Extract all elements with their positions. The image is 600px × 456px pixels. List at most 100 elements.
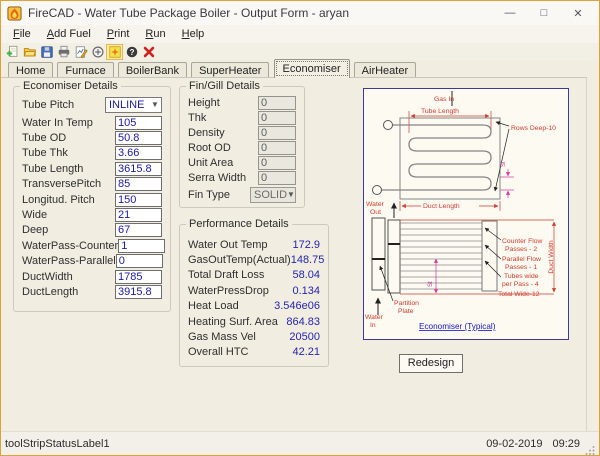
total-wide-label: Total Wide-12 [498, 291, 540, 298]
transverse-pitch-input[interactable] [115, 177, 162, 192]
status-time: 09:29 [552, 437, 580, 450]
gas-mass-vel-value: 20500 [289, 331, 320, 344]
status-label: toolStripStatusLabel1 [5, 437, 110, 450]
counter-flow-label: Counter Flow [502, 238, 543, 245]
tube-length-input[interactable] [115, 161, 162, 176]
duct-width-dim-label: Duct Width [548, 240, 555, 273]
close-button[interactable]: ✕ [561, 1, 595, 25]
menu-run[interactable]: Run [137, 26, 173, 42]
water-out-temp-value: 172.9 [292, 238, 320, 251]
fin-thk-input [258, 110, 296, 125]
tube-od-input[interactable] [115, 131, 162, 146]
print-icon [58, 45, 69, 57]
parallel-flow-label: Parallel Flow [502, 256, 541, 263]
window-controls: — □ ✕ [493, 1, 595, 25]
duct-width-input[interactable] [115, 269, 162, 284]
print-button[interactable] [55, 44, 72, 60]
add-button[interactable] [89, 44, 106, 60]
total-draft-loss-label: Total Draft Loss [188, 269, 265, 282]
waterpass-counter-label: WaterPass-Counter [22, 239, 119, 252]
deep-input[interactable] [115, 223, 162, 238]
menu-help[interactable]: Help [174, 26, 213, 42]
water-in-temp-input[interactable] [115, 115, 162, 130]
fin-gill-details-group: Fin/Gill Details Height Thk Density Root… [179, 80, 305, 208]
svg-text:?: ? [129, 47, 134, 56]
economiser-typical-link[interactable]: Economiser (Typical) [419, 322, 496, 331]
overall-htc-label: Overall HTC [188, 346, 249, 359]
economiser-diagram-panel: Gas In Tube Length Rows Deep-10 Sl Duct … [363, 88, 569, 340]
duct-length-input[interactable] [115, 284, 162, 299]
tab-airheater[interactable]: AirHeater [353, 62, 417, 78]
menu-file[interactable]: File [5, 26, 39, 42]
tube-thk-input[interactable] [115, 146, 162, 161]
total-draft-loss-value: 58.04 [292, 269, 320, 282]
tubes-wide-label: Tubes wide [504, 273, 539, 280]
longitud-pitch-label: Longitud. Pitch [22, 193, 95, 206]
deep-label: Deep [22, 224, 49, 237]
fin-height-input [258, 95, 296, 110]
gas-out-temp-value: 148.75 [290, 254, 325, 267]
water-in-label: Water [365, 314, 384, 321]
fin-unit-area-input [258, 155, 296, 170]
open-folder-icon [23, 47, 36, 56]
save-button[interactable] [38, 44, 55, 60]
title-bar: FireCAD - Water Tube Package Boiler - Ou… [1, 1, 599, 25]
pitch-top-label: Sl [501, 162, 507, 167]
tube-length-label: Tube Length [22, 162, 84, 175]
add-circle-icon [91, 45, 104, 58]
tab-economiser[interactable]: Economiser [273, 59, 350, 78]
heat-load-value: 3.546e06 [274, 300, 320, 313]
new-file-button[interactable] [4, 44, 21, 60]
fin-serra-width-label: Serra Width [188, 171, 247, 184]
heating-surf-area-label: Heating Surf. Area [188, 315, 278, 328]
tab-furnace[interactable]: Furnace [57, 62, 114, 78]
wide-input[interactable] [115, 208, 162, 223]
pitch-mid-label: St [428, 281, 434, 287]
tab-boilerbank[interactable]: BoilerBank [117, 62, 188, 78]
resize-grip[interactable] [585, 445, 595, 455]
water-in-temp-label: Water In Temp [22, 116, 93, 129]
tab-superheater[interactable]: SuperHeater [191, 62, 270, 78]
overall-htc-value: 42.21 [292, 346, 320, 359]
duct-length-label: DuctLength [22, 285, 79, 298]
design-button[interactable] [72, 44, 89, 60]
tab-home[interactable]: Home [8, 62, 54, 78]
maximize-button[interactable]: □ [527, 1, 561, 25]
fin-gill-legend: Fin/Gill Details [186, 80, 263, 92]
chevron-down-icon: ▼ [287, 190, 295, 199]
water-press-drop-value: 0.134 [292, 284, 320, 297]
chevron-down-icon: ▼ [151, 100, 159, 109]
help-button[interactable]: ? [123, 44, 140, 60]
fin-density-label: Density [188, 126, 225, 139]
output-form-button[interactable] [106, 43, 123, 60]
exit-button[interactable] [140, 44, 157, 60]
economiser-details-legend: Economiser Details [20, 80, 121, 92]
longitud-pitch-input[interactable] [115, 192, 162, 207]
window-title: FireCAD - Water Tube Package Boiler - Ou… [28, 6, 349, 20]
tube-pitch-select[interactable]: INLINE ▼ [105, 96, 162, 113]
economiser-tab-page: Economiser Details Tube Pitch INLINE ▼ W… [1, 77, 587, 431]
menu-print[interactable]: Print [99, 26, 138, 42]
toolbar: ? [1, 43, 599, 60]
waterpass-parallel-label: WaterPass-Parallel [22, 255, 116, 268]
partition-plate-label: Partition [394, 300, 419, 307]
redesign-button[interactable]: Redesign [399, 354, 463, 373]
menu-add-fuel[interactable]: Add Fuel [39, 26, 99, 42]
fin-unit-area-label: Unit Area [188, 156, 234, 169]
fin-type-select: SOLID ▼ [250, 186, 296, 203]
design-icon [75, 45, 88, 58]
fin-density-input [258, 125, 296, 140]
water-press-drop-label: WaterPressDrop [188, 284, 269, 297]
svg-text:Passes - 1: Passes - 1 [505, 264, 537, 271]
heating-surf-area-value: 864.83 [286, 315, 320, 328]
minimize-button[interactable]: — [493, 1, 527, 25]
waterpass-parallel-input[interactable] [115, 254, 163, 269]
tube-od-label: Tube OD [22, 132, 67, 145]
open-button[interactable] [21, 44, 38, 60]
svg-text:Plate: Plate [398, 308, 414, 315]
waterpass-counter-input[interactable] [118, 238, 166, 253]
wide-label: Wide [22, 209, 48, 222]
save-icon [40, 45, 53, 58]
water-out-label: Water [366, 201, 385, 208]
status-date: 09-02-2019 [486, 437, 543, 450]
